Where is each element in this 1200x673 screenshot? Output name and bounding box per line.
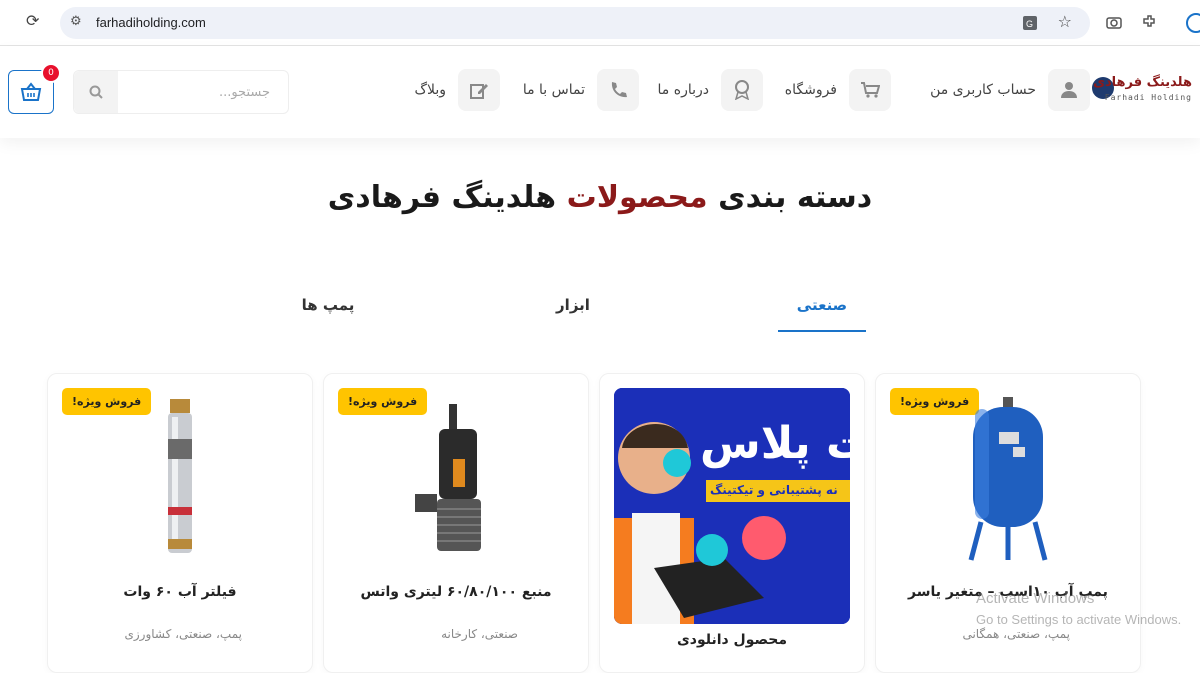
pressure-tank-image: [953, 397, 1063, 562]
water-filter-image: [150, 399, 210, 559]
product-categories: پمپ، صنعتی، همگانی: [886, 627, 1070, 641]
address-bar[interactable]: ⚙ farhadiholding.com G ☆: [60, 7, 1090, 39]
cart-count-badge: 0: [41, 63, 61, 83]
site-logo[interactable]: هلدینگ فرهادی Farhadi Holding: [1098, 69, 1200, 113]
menu-label-blog: وبلاگ: [414, 82, 446, 98]
bookmark-star-icon[interactable]: ☆: [1058, 12, 1072, 31]
product-card[interactable]: فروش ویژه! پمپ آب ۱۰اسب – متغیر یاسر پمپ…: [875, 373, 1141, 673]
product-card[interactable]: فروش ویژه! منبع ۶۰/۸۰/۱۰۰ لیتری واتس صنع…: [323, 373, 589, 673]
submersible-pump-image: [401, 399, 511, 559]
tab-pumps[interactable]: پمپ ها: [290, 296, 366, 332]
url-text: farhadiholding.com: [96, 15, 206, 30]
menu-label-contact: تماس با ما: [523, 82, 585, 98]
product-image[interactable]: [48, 394, 312, 564]
menu-item-shop[interactable]: فروشگاه: [785, 68, 891, 112]
profile-avatar[interactable]: [1186, 13, 1200, 33]
tab-industrial[interactable]: صنعتی: [778, 296, 866, 332]
reload-icon[interactable]: ⟳: [26, 11, 39, 30]
site-header: هلدینگ فرهادی Farhadi Holding حساب کاربر…: [0, 46, 1200, 138]
translate-icon[interactable]: G: [1022, 15, 1038, 31]
logo-subtitle: Farhadi Holding: [1105, 93, 1192, 102]
activate-windows-hint: Go to Settings to activate Windows.: [976, 612, 1181, 627]
product-image[interactable]: [876, 394, 1140, 564]
promo-heading: ت پلاس: [700, 418, 850, 469]
menu-label-shop: فروشگاه: [785, 82, 837, 98]
menu-item-about[interactable]: درباره ما: [658, 68, 763, 112]
search-icon: [89, 85, 103, 99]
search-box: [73, 70, 289, 114]
product-title[interactable]: فیلتر آب ۶۰ وات: [58, 584, 302, 600]
title-part-1: دسته بندی: [718, 180, 872, 215]
user-icon: [1048, 69, 1090, 111]
product-card[interactable]: ت پلاس نه پشتیبانی و تیکتینگ محصول دانلو…: [599, 373, 865, 673]
award-icon: [721, 69, 763, 111]
menu-item-blog[interactable]: وبلاگ: [414, 68, 500, 112]
search-input[interactable]: [118, 71, 288, 113]
page-title: دسته بندی محصولات هلدینگ فرهادی: [0, 180, 1200, 215]
edit-icon: [458, 69, 500, 111]
extensions-icon[interactable]: [1141, 14, 1157, 30]
title-part-2: هلدینگ فرهادی: [328, 180, 556, 215]
promo-subheading: نه پشتیبانی و تیکتینگ: [710, 483, 838, 497]
basket-icon: [20, 82, 42, 102]
menu-item-account[interactable]: حساب کاربری من: [930, 68, 1090, 112]
cart-icon: [849, 69, 891, 111]
phone-icon: [597, 69, 639, 111]
browser-toolbar: › ⟳ ⚙ farhadiholding.com G ☆: [0, 0, 1200, 46]
tab-tools[interactable]: ابزار: [545, 296, 601, 332]
promo-image[interactable]: ت پلاس نه پشتیبانی و تیکتینگ: [614, 388, 850, 624]
product-image[interactable]: [324, 394, 588, 564]
product-title[interactable]: منبع ۶۰/۸۰/۱۰۰ لیتری واتس: [334, 584, 578, 600]
screenshot-icon[interactable]: [1106, 15, 1122, 29]
cart-button[interactable]: 0: [8, 70, 54, 114]
search-button[interactable]: [74, 71, 118, 113]
menu-label-account: حساب کاربری من: [930, 82, 1036, 98]
activate-windows-watermark: Activate Windows: [976, 590, 1094, 607]
title-accent: محصولات: [567, 180, 708, 215]
product-title[interactable]: محصول دانلودی: [610, 632, 854, 648]
product-card[interactable]: فروش ویژه! فیلتر آب ۶۰ وات پمپ، صنعتی، ک…: [47, 373, 313, 673]
product-categories: صنعتی، کارخانه: [334, 627, 518, 641]
menu-item-contact[interactable]: تماس با ما: [523, 68, 639, 112]
menu-label-about: درباره ما: [658, 82, 709, 98]
product-categories: پمپ، صنعتی، کشاورزی: [58, 627, 242, 641]
svg-text:G: G: [1026, 19, 1033, 29]
logo-title: هلدینگ فرهادی: [1093, 75, 1192, 90]
site-settings-icon[interactable]: ⚙: [70, 14, 82, 29]
